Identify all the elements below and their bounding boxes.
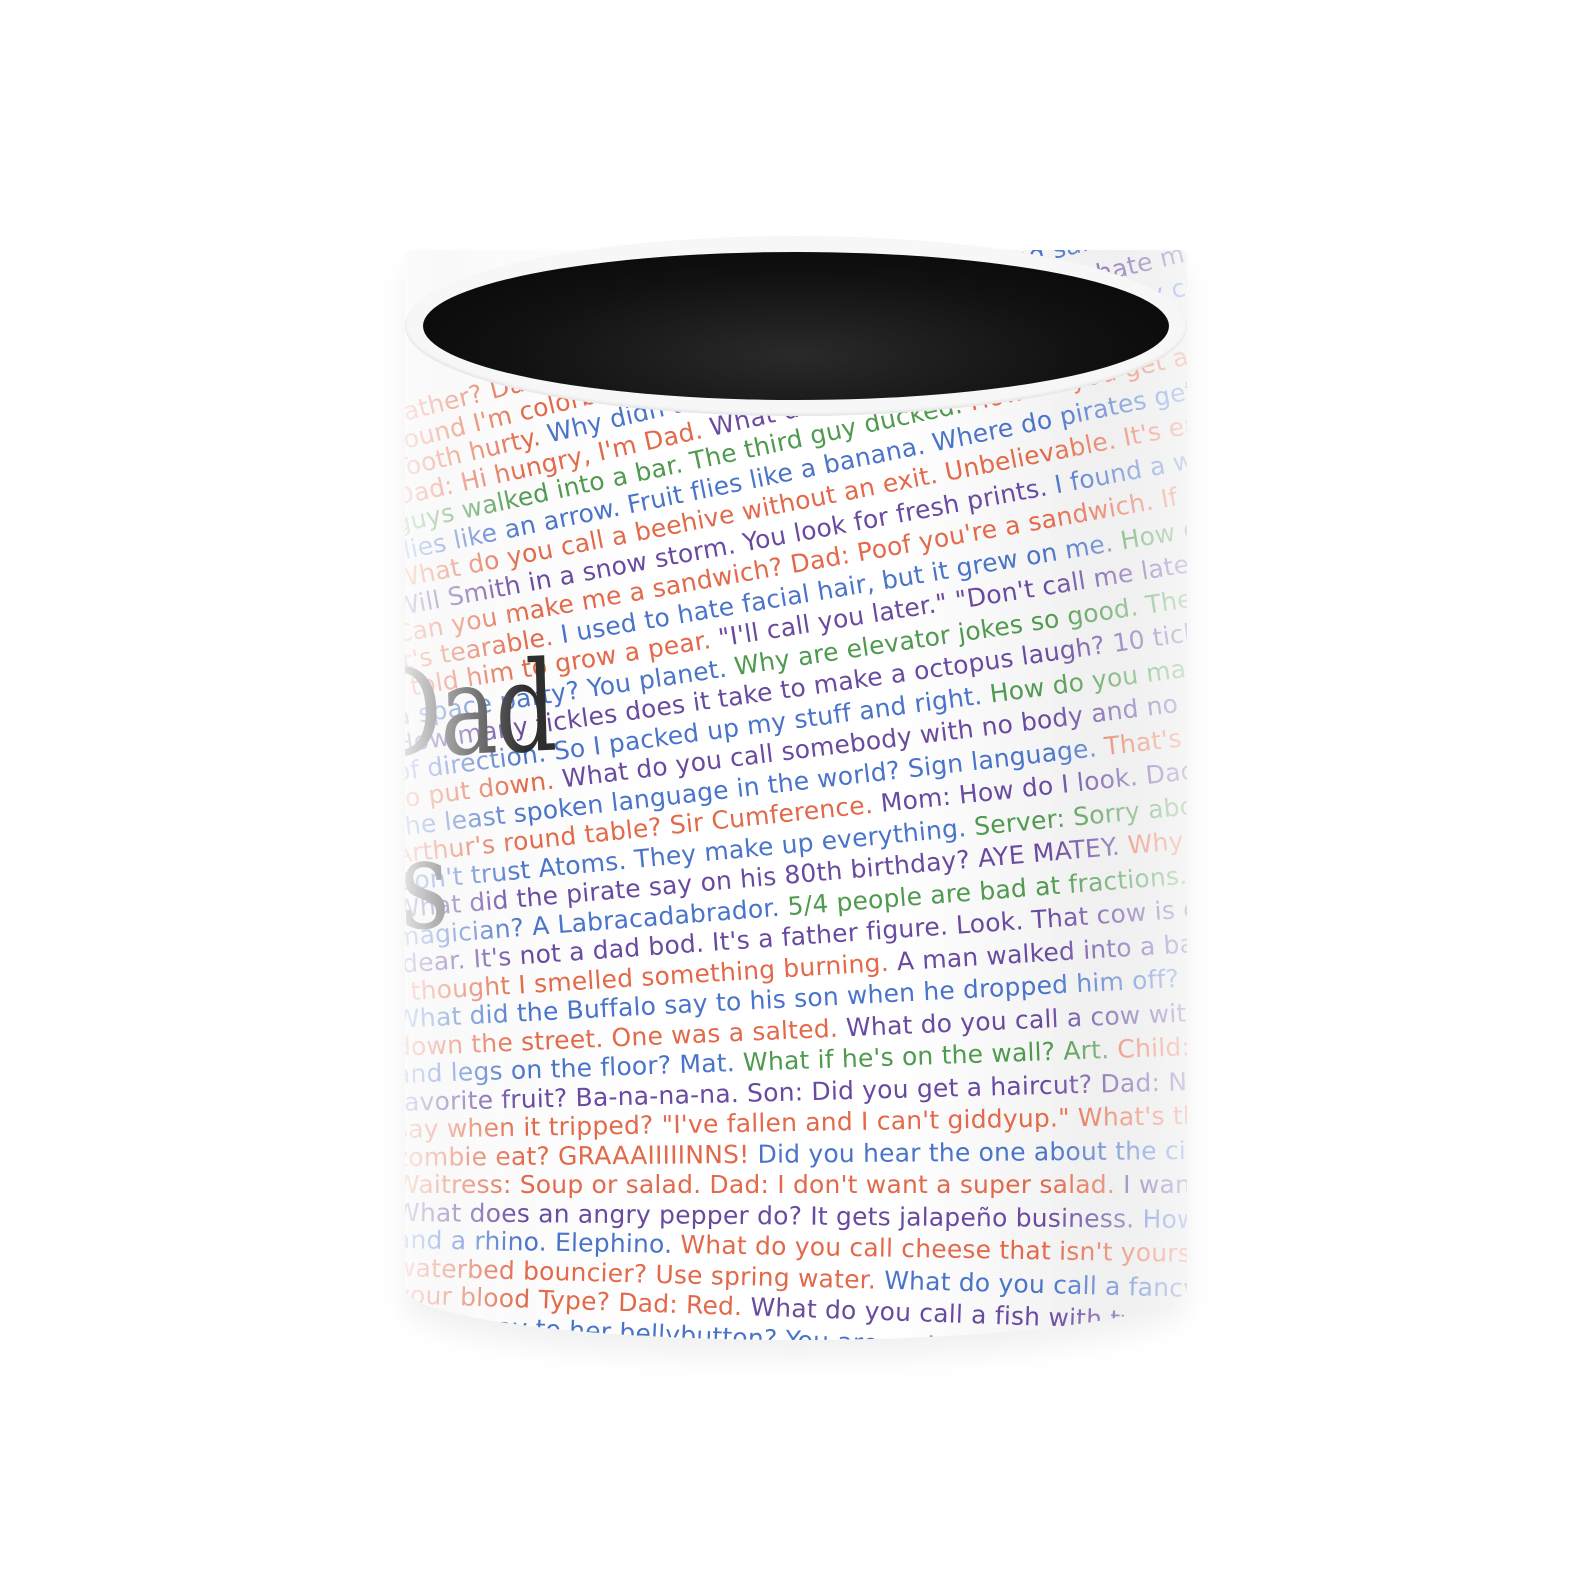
product-photo: father? Data. What do you call a Frenchm… bbox=[0, 0, 1588, 1588]
joke-segment: Did you hear the one about the circus fi… bbox=[757, 1133, 1187, 1169]
mug-inside bbox=[423, 252, 1169, 400]
joke-segment: What's the loudest pet? A trumpet bbox=[1077, 1095, 1187, 1133]
joke-segment: zombie eat? GRAAAIIIIINNS! bbox=[405, 1139, 758, 1172]
joke-segment: How does a lawyer bbox=[1142, 1204, 1187, 1235]
joke-line: Waitress: Soup or salad. Dad: I don't wa… bbox=[405, 1170, 1187, 1200]
joke-segment: Why was 6 afraid of 7 bbox=[1062, 1337, 1187, 1340]
joke-segment: I want a regular salad bbox=[1123, 1170, 1187, 1199]
title-dad: Dad bbox=[405, 633, 557, 789]
title-jokes: es bbox=[405, 810, 450, 962]
joke-segment: Waitress: Soup or salad. Dad: I don't wa… bbox=[405, 1170, 1124, 1199]
